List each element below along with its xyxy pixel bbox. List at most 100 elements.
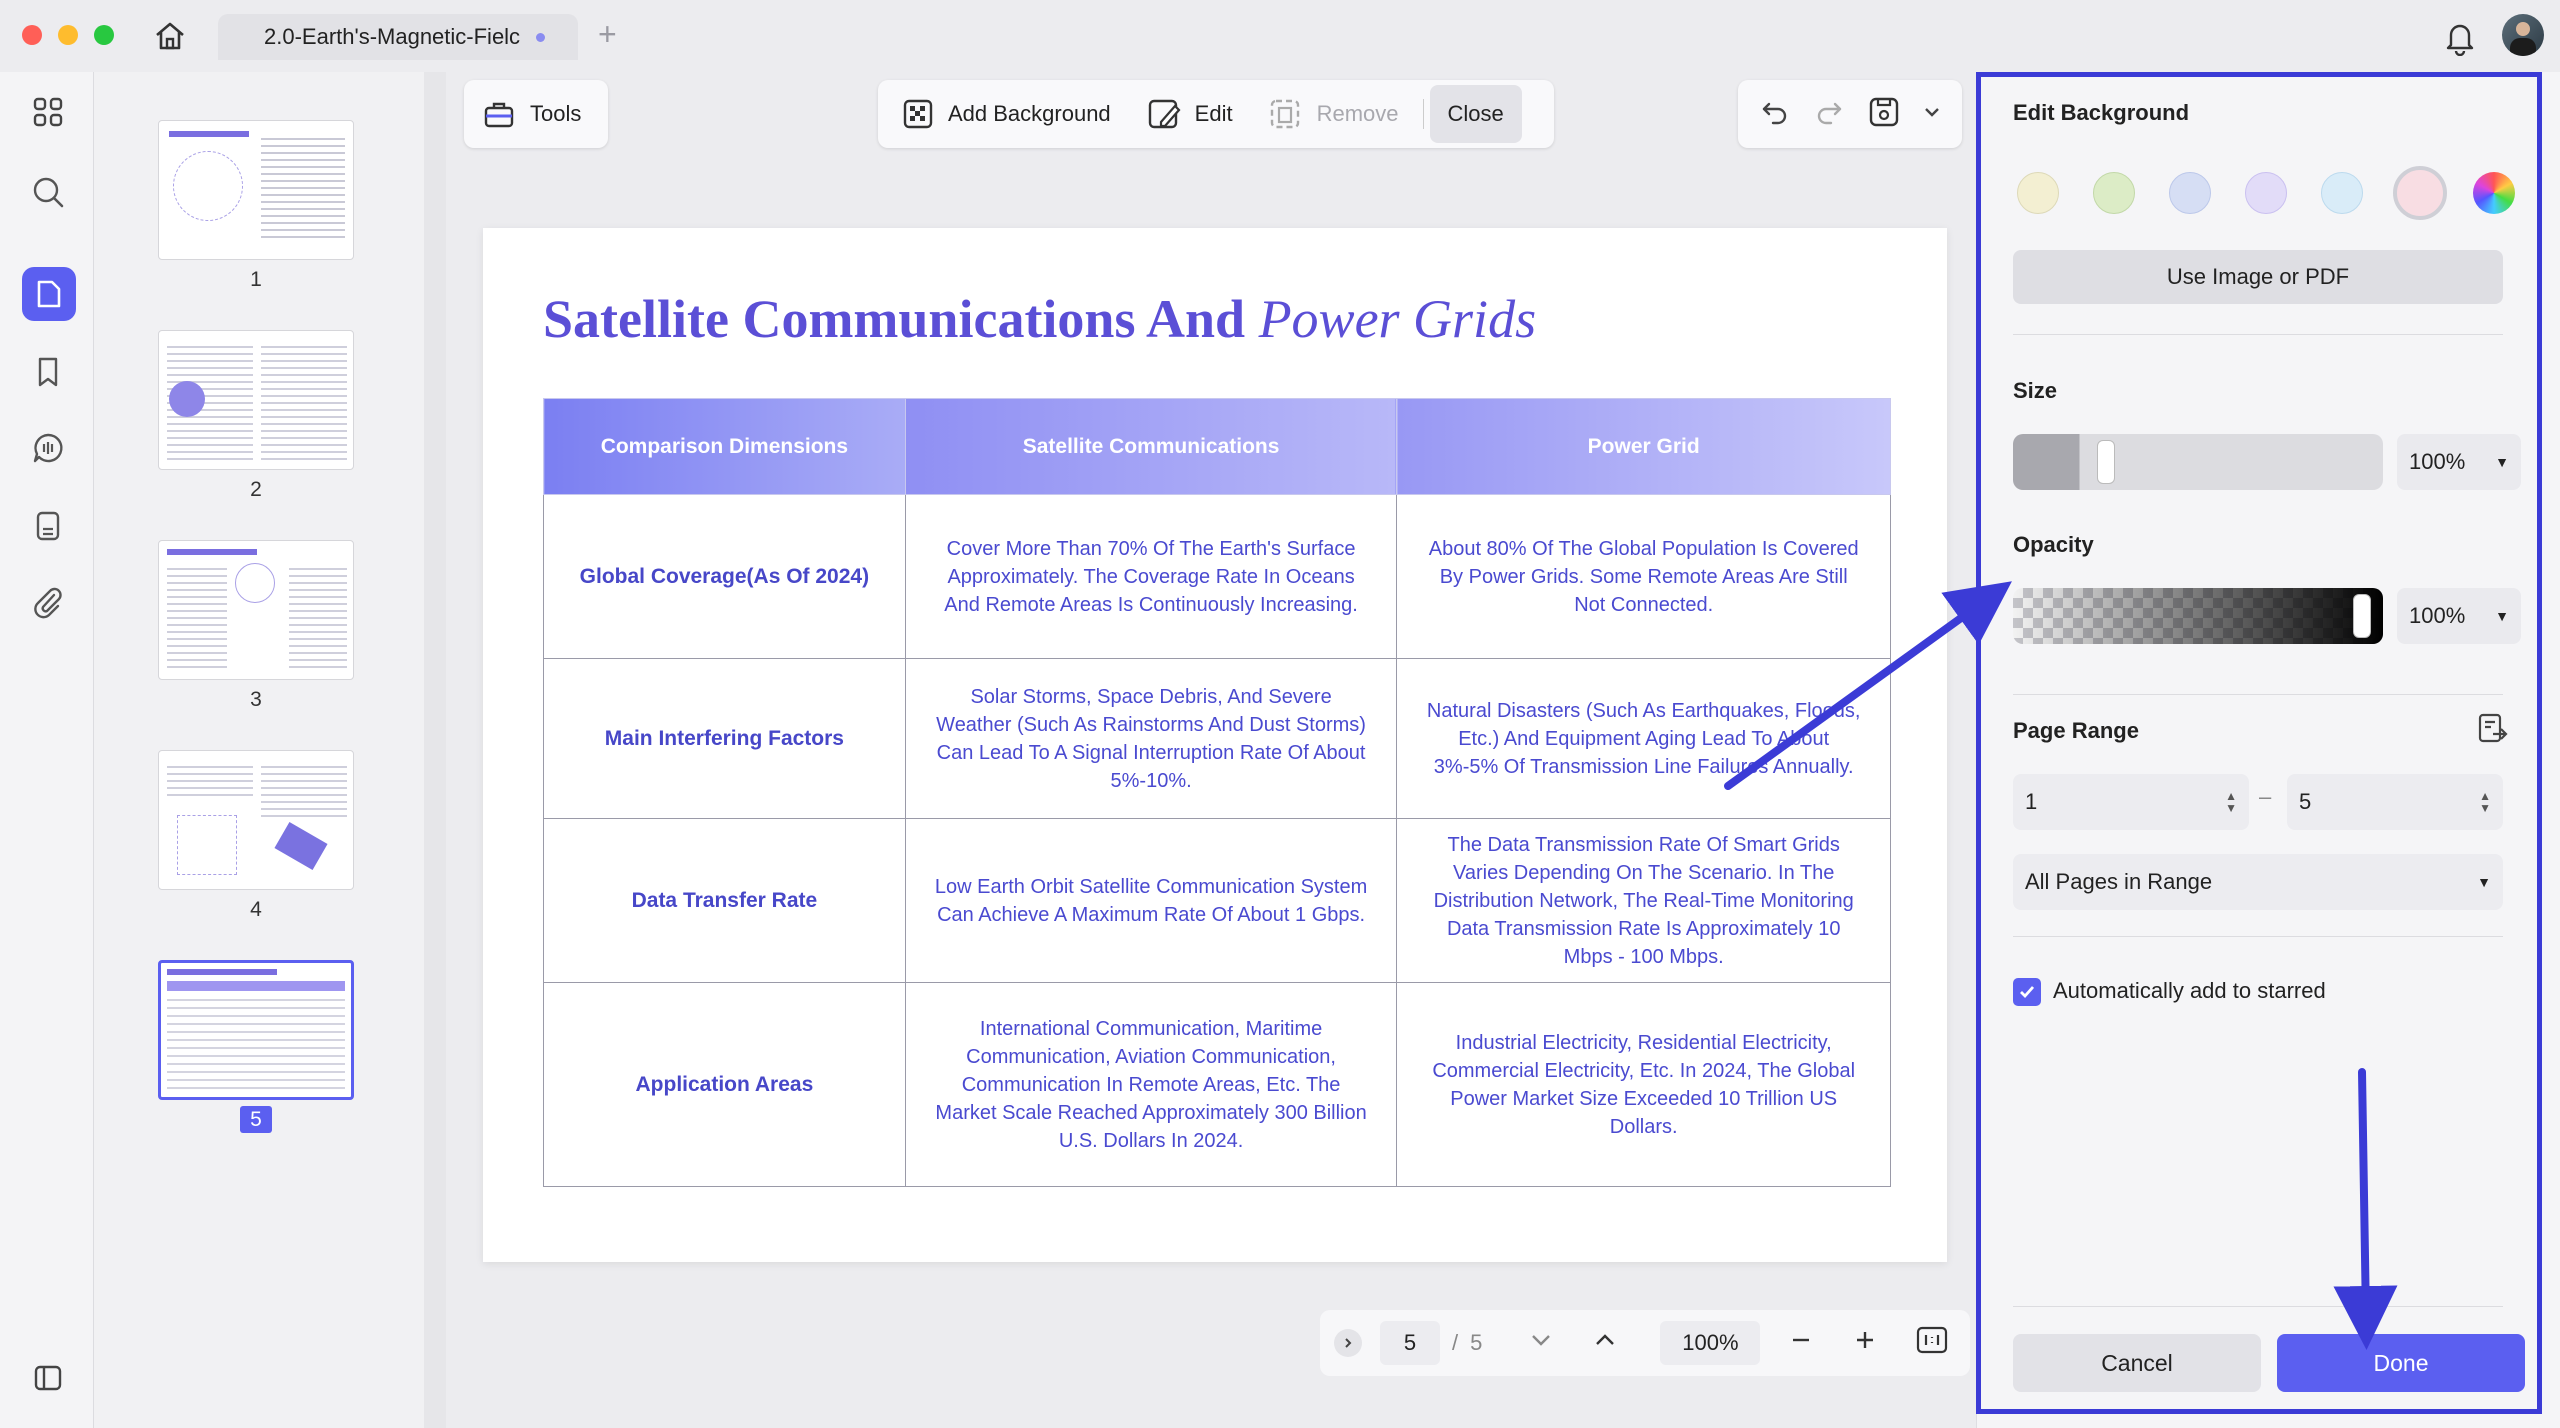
table-row: Main Interfering Factors Solar Storms, S… xyxy=(543,658,1891,819)
table-cell: Solar Storms, Space Debris, And Severe W… xyxy=(904,658,1398,819)
table-cell: About 80% Of The Global Population Is Co… xyxy=(1396,494,1891,659)
auto-star-checkbox[interactable] xyxy=(2013,978,2041,1006)
avatar[interactable] xyxy=(2502,14,2544,56)
column-header: Power Grid xyxy=(1396,398,1891,495)
zoom-input[interactable]: 100% xyxy=(1660,1321,1761,1365)
save-icon[interactable] xyxy=(1867,95,1901,134)
table-cell: Low Earth Orbit Satellite Communication … xyxy=(904,818,1398,983)
grid-icon[interactable] xyxy=(24,88,72,136)
remove-background-button[interactable]: Remove xyxy=(1251,85,1417,143)
range-mode-select[interactable]: All Pages in Range ▼ xyxy=(2013,854,2503,910)
search-icon[interactable] xyxy=(24,168,72,216)
page-range-options-icon[interactable] xyxy=(2477,712,2509,751)
zoom-window-button[interactable] xyxy=(94,25,114,45)
page-number-input[interactable]: 5 xyxy=(1380,1321,1440,1365)
edit-background-button[interactable]: Edit xyxy=(1129,85,1251,143)
page-thumbnail-2[interactable] xyxy=(158,330,354,470)
next-page-icon[interactable] xyxy=(1528,1327,1554,1359)
table-header-row: Comparison Dimensions Satellite Communic… xyxy=(543,398,1891,495)
comparison-table: Comparison Dimensions Satellite Communic… xyxy=(543,398,1891,1187)
color-swatch-blue[interactable] xyxy=(2169,172,2211,214)
zoom-in-icon[interactable] xyxy=(1854,1329,1876,1357)
table-row: Data Transfer Rate Low Earth Orbit Satel… xyxy=(543,818,1891,983)
home-icon[interactable] xyxy=(152,18,188,54)
chevron-down-icon[interactable] xyxy=(1923,103,1941,126)
range-to-stepper[interactable]: 5 ▲ ▼ xyxy=(2287,774,2503,830)
table-row: Application Areas International Communic… xyxy=(543,982,1891,1187)
table-cell: Data Transfer Rate xyxy=(543,818,906,983)
close-window-button[interactable] xyxy=(22,25,42,45)
range-dash: – xyxy=(2259,784,2272,809)
remove-icon xyxy=(1270,99,1299,129)
table-cell: Main Interfering Factors xyxy=(543,658,906,819)
actual-size-icon[interactable] xyxy=(1916,1326,1948,1360)
undo-icon[interactable] xyxy=(1759,96,1791,133)
tab-title: 2.0-Earth's-Magnetic-Fielc xyxy=(264,24,521,49)
divider xyxy=(2013,694,2503,695)
background-toolbar: Add Background Edit Remove Close xyxy=(878,80,1554,148)
color-swatch-yellow[interactable] xyxy=(2017,172,2059,214)
edit-icon xyxy=(1148,99,1181,129)
new-tab-button[interactable]: + xyxy=(598,16,617,53)
table-cell: Cover More Than 70% Of The Earth's Surfa… xyxy=(904,494,1398,659)
thumbnail-number-5: 5 xyxy=(158,1106,354,1133)
attachment-icon[interactable] xyxy=(24,578,72,626)
page-thumbnail-3[interactable] xyxy=(158,540,354,680)
color-picker-icon[interactable] xyxy=(2473,172,2515,214)
opacity-slider-handle[interactable] xyxy=(2353,594,2371,638)
page-title: Satellite Communications And Power Grids xyxy=(543,289,1537,349)
stepper-arrows-icon: ▲ ▼ xyxy=(2225,789,2237,815)
page-icon[interactable] xyxy=(22,267,76,321)
thumbnail-scrollbar[interactable] xyxy=(424,72,446,1428)
table-row: Global Coverage(As Of 2024) Cover More T… xyxy=(543,494,1891,659)
minimize-window-button[interactable] xyxy=(58,25,78,45)
stepper-arrows-icon: ▲ ▼ xyxy=(2479,789,2491,815)
cancel-button[interactable]: Cancel xyxy=(2013,1334,2261,1392)
column-header: Satellite Communications xyxy=(904,398,1398,495)
done-button[interactable]: Done xyxy=(2277,1334,2525,1392)
size-slider-handle[interactable] xyxy=(2097,440,2115,484)
auto-star-label[interactable]: Automatically add to starred xyxy=(2053,978,2326,1004)
document-tab[interactable]: 2.0-Earth's-Magnetic-Fielc xyxy=(218,14,578,60)
thumbnail-number-1: 1 xyxy=(250,268,262,291)
close-background-button[interactable]: Close xyxy=(1429,85,1522,143)
document-page: Satellite Communications And Power Grids… xyxy=(483,228,1947,1262)
tools-menu: Tools xyxy=(464,80,608,148)
thumbnail-number-3: 3 xyxy=(250,688,262,711)
table-cell: Industrial Electricity, Residential Elec… xyxy=(1396,982,1891,1187)
page-separator: / xyxy=(1452,1330,1459,1355)
opacity-slider[interactable] xyxy=(2013,588,2383,644)
redo-icon[interactable] xyxy=(1813,96,1845,133)
checkmark-icon xyxy=(2020,986,2035,999)
thumbnail-panel: 1 2 3 4 5 xyxy=(94,72,424,1428)
opacity-select[interactable]: 100% ▼ xyxy=(2397,588,2521,644)
left-toolbar xyxy=(0,72,94,1428)
page-range-label: Page Range xyxy=(2013,718,2139,743)
page-thumbnail-4[interactable] xyxy=(158,750,354,890)
sidebar-toggle-icon[interactable] xyxy=(24,1354,72,1402)
thumbnail-number-4: 4 xyxy=(250,898,262,921)
page-thumbnail-5[interactable] xyxy=(158,960,354,1100)
table-cell: Application Areas xyxy=(543,982,906,1187)
bookmark-icon[interactable] xyxy=(24,348,72,396)
size-slider[interactable] xyxy=(2013,434,2383,490)
comment-icon[interactable] xyxy=(24,424,72,472)
notification-bell-icon[interactable] xyxy=(2442,18,2478,61)
color-swatch-cyan[interactable] xyxy=(2321,172,2363,214)
add-background-button[interactable]: Add Background xyxy=(884,85,1129,143)
thumbnail-number-2: 2 xyxy=(250,478,262,501)
chevron-right-icon[interactable] xyxy=(1334,1329,1362,1357)
color-swatch-pink-selected[interactable] xyxy=(2393,166,2447,220)
size-select[interactable]: 100% ▼ xyxy=(2397,434,2521,490)
tools-button[interactable]: Tools xyxy=(464,85,599,143)
zoom-out-icon[interactable] xyxy=(1790,1329,1812,1357)
page-thumbnail-1[interactable] xyxy=(158,120,354,260)
range-from-stepper[interactable]: 1 ▲ ▼ xyxy=(2013,774,2249,830)
use-image-or-pdf-button[interactable]: Use Image or PDF xyxy=(2013,250,2503,304)
form-icon[interactable] xyxy=(24,502,72,550)
previous-page-icon[interactable] xyxy=(1592,1327,1618,1359)
remove-label: Remove xyxy=(1316,101,1399,126)
color-swatch-green[interactable] xyxy=(2093,172,2135,214)
color-swatch-purple[interactable] xyxy=(2245,172,2287,214)
title-bar: 2.0-Earth's-Magnetic-Fielc + xyxy=(0,0,2560,72)
